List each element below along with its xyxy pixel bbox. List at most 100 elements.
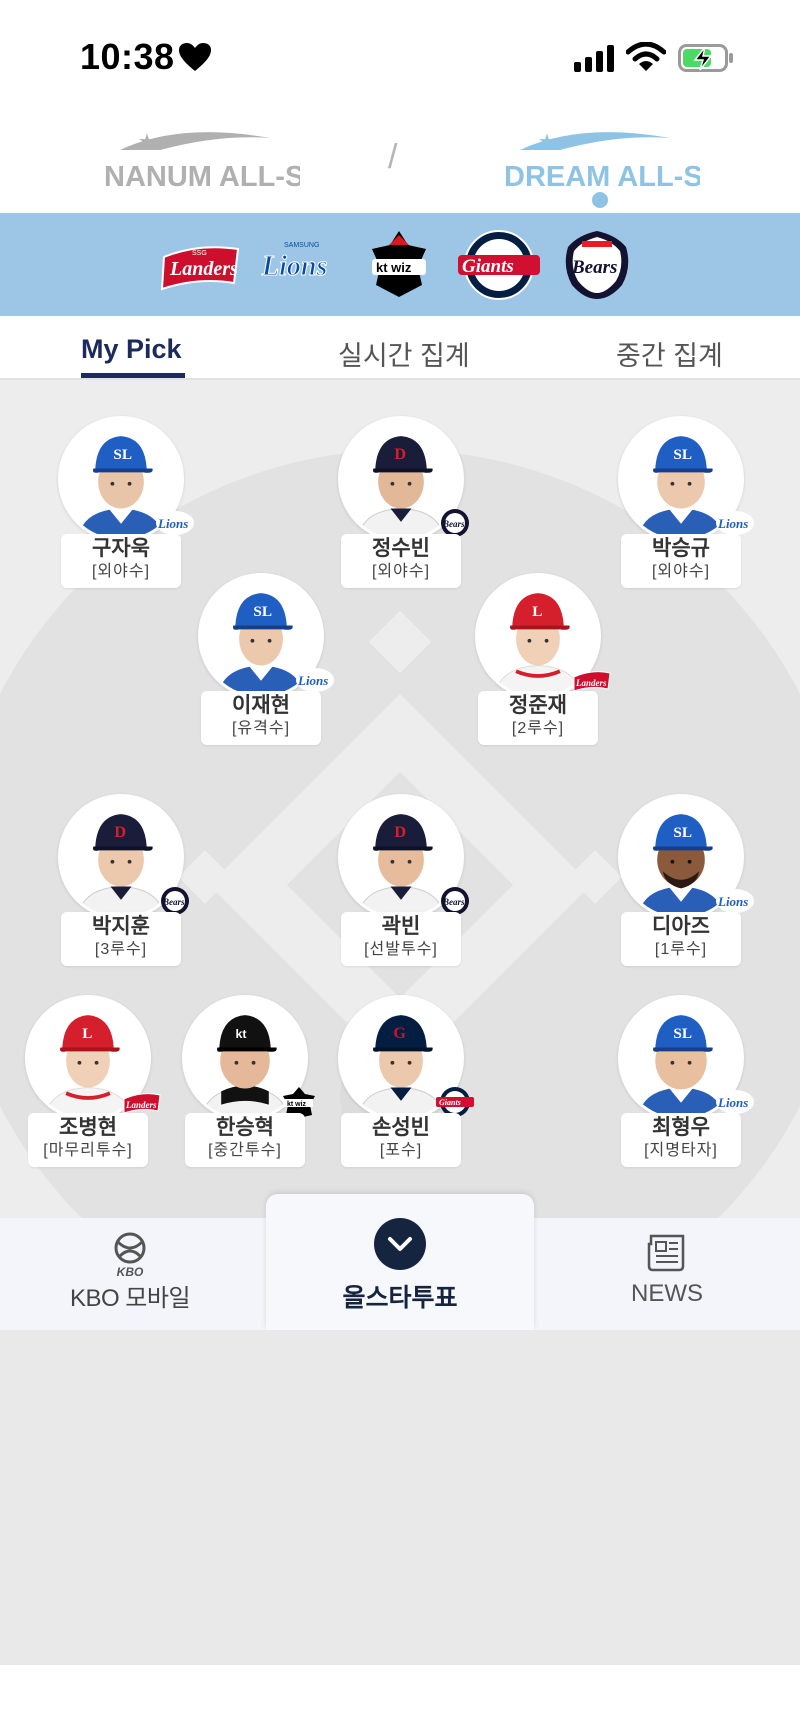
player-namecard: 이재현 [유격수] [201,691,321,745]
svg-text:SSG: SSG [192,250,207,257]
svg-text:SL: SL [113,446,132,463]
svg-text:kt wiz: kt wiz [287,1101,307,1108]
player-position: [외야수] [371,563,431,580]
battery-charging-icon [678,44,733,72]
status-bar: 10:38 [0,0,800,110]
home-indicator-area [0,1665,800,1735]
player-name: 정준재 [509,694,567,717]
svg-text:Lions: Lions [297,673,328,688]
svg-text:Lions: Lions [261,251,327,282]
svg-text:kt wiz: kt wiz [376,260,412,275]
svg-text:Bears: Bears [162,897,185,907]
empty-content-area [0,1330,800,1665]
team-giants-logo[interactable]: Giants [456,227,542,303]
svg-text:Lions: Lions [717,894,748,909]
svg-text:SL: SL [673,446,692,463]
player-position: [3루수] [94,941,148,958]
nav-news[interactable]: NEWS [600,1232,734,1322]
nav-kbo-mobile[interactable]: KBO KBO 모바일 [60,1232,200,1322]
baseball-field: SL Lions 구자욱 [외야수] D Bears 정수빈 [외야수] SL … [0,380,800,1218]
team-ktwiz-logo[interactable]: kt wiz [356,227,442,303]
player-namecard: 곽빈 [선발투수] [341,912,461,966]
player-position: [중간투수] [208,1142,282,1159]
svg-text:Landers: Landers [575,678,607,688]
player-position: [외야수] [91,563,151,580]
svg-text:SL: SL [253,603,272,620]
player-position: [유격수] [231,720,291,737]
player-name: 손성빈 [372,1116,430,1139]
svg-text:SL: SL [673,824,692,841]
svg-text:L: L [82,1025,92,1042]
player-name: 박지훈 [92,915,150,938]
svg-text:Bears: Bears [442,897,465,907]
nav-allstar-vote[interactable]: 올스타투표 [266,1194,534,1330]
team-logo-bar: Landers SSG Lions SAMSUNG kt wiz Giants … [0,213,800,316]
svg-text:★: ★ [538,131,556,153]
nanum-allstar-logo[interactable]: ★ NANUM ALL-STAR [100,128,300,200]
player-name: 디아즈 [652,915,710,938]
player-namecard: 디아즈 [1루수] [621,912,741,966]
player-namecard: 손성빈 [포수] [341,1113,461,1167]
svg-text:Giants: Giants [462,256,514,277]
svg-text:Bears: Bears [571,257,617,278]
player-position: [마무리투수] [43,1142,133,1159]
selected-indicator-dot [592,192,608,208]
svg-text:L: L [532,603,542,620]
svg-text:D: D [394,823,406,841]
cellular-signal-icon [574,45,614,72]
svg-text:Bears: Bears [442,519,465,529]
player-position: [지명타자] [644,1142,718,1159]
player-position: [2루수] [511,720,565,737]
player-name: 한승혁 [216,1116,274,1139]
player-name: 정수빈 [372,537,430,560]
team-lions-logo[interactable]: Lions SAMSUNG [258,227,344,303]
svg-text:KBO: KBO [117,1265,144,1278]
player-name: 최형우 [652,1116,710,1139]
player-name: 곽빈 [381,915,421,938]
player-position: [포수] [379,1142,423,1159]
svg-text:D: D [114,823,126,841]
nav-kbo-mobile-label: KBO 모바일 [69,1285,191,1312]
player-namecard: 박승규 [외야수] [621,534,741,588]
player-position: [외야수] [651,563,711,580]
svg-text:Landers: Landers [169,258,238,280]
svg-text:Lions: Lions [717,516,748,531]
svg-text:SL: SL [673,1025,692,1042]
player-position: [선발투수] [364,941,438,958]
player-namecard: 정준재 [2루수] [478,691,598,745]
logo-separator: / [388,138,398,176]
player-namecard: 조병현 [마무리투수] [28,1113,148,1167]
player-namecard: 한승혁 [중간투수] [185,1113,305,1167]
svg-text:★: ★ [138,131,156,153]
allstar-selector: ★ NANUM ALL-STAR / ★ DREAM ALL-STAR [0,120,800,212]
chevron-down-icon [374,1218,426,1270]
nav-news-label: NEWS [631,1280,703,1307]
svg-text:Lions: Lions [157,516,188,531]
player-namecard: 정수빈 [외야수] [341,534,461,588]
dream-logo-text: DREAM ALL-STAR [504,161,700,193]
tab-realtime-count[interactable]: 실시간 집계 [338,334,470,373]
team-bears-logo[interactable]: Bears [554,227,640,303]
sub-tab-bar: My Pick 실시간 집계 중간 집계 [0,316,800,380]
player-name: 이재현 [232,694,290,717]
svg-text:D: D [394,445,406,463]
heart-icon [179,43,211,71]
player-namecard: 박지훈 [3루수] [61,912,181,966]
svg-text:kt: kt [235,1027,246,1041]
player-name: 조병현 [59,1116,117,1139]
player-namecard: 구자욱 [외야수] [61,534,181,588]
status-time: 10:38 [80,36,175,77]
newspaper-icon [647,1234,685,1272]
tab-my-pick[interactable]: My Pick [81,334,182,365]
player-name: 구자욱 [92,537,150,560]
player-namecard: 최형우 [지명타자] [621,1113,741,1167]
nanum-logo-text: NANUM ALL-STAR [104,161,300,193]
svg-text:G: G [393,1024,406,1042]
svg-text:Landers: Landers [125,1100,157,1110]
dream-allstar-logo[interactable]: ★ DREAM ALL-STAR [500,128,700,200]
player-name: 박승규 [652,537,710,560]
tab-interim-count[interactable]: 중간 집계 [616,334,723,373]
bottom-navigation: KBO KBO 모바일 올스타투표 NEWS [0,1194,800,1330]
team-landers-logo[interactable]: Landers SSG [158,227,244,303]
nav-allstar-vote-label: 올스타투표 [342,1284,458,1312]
